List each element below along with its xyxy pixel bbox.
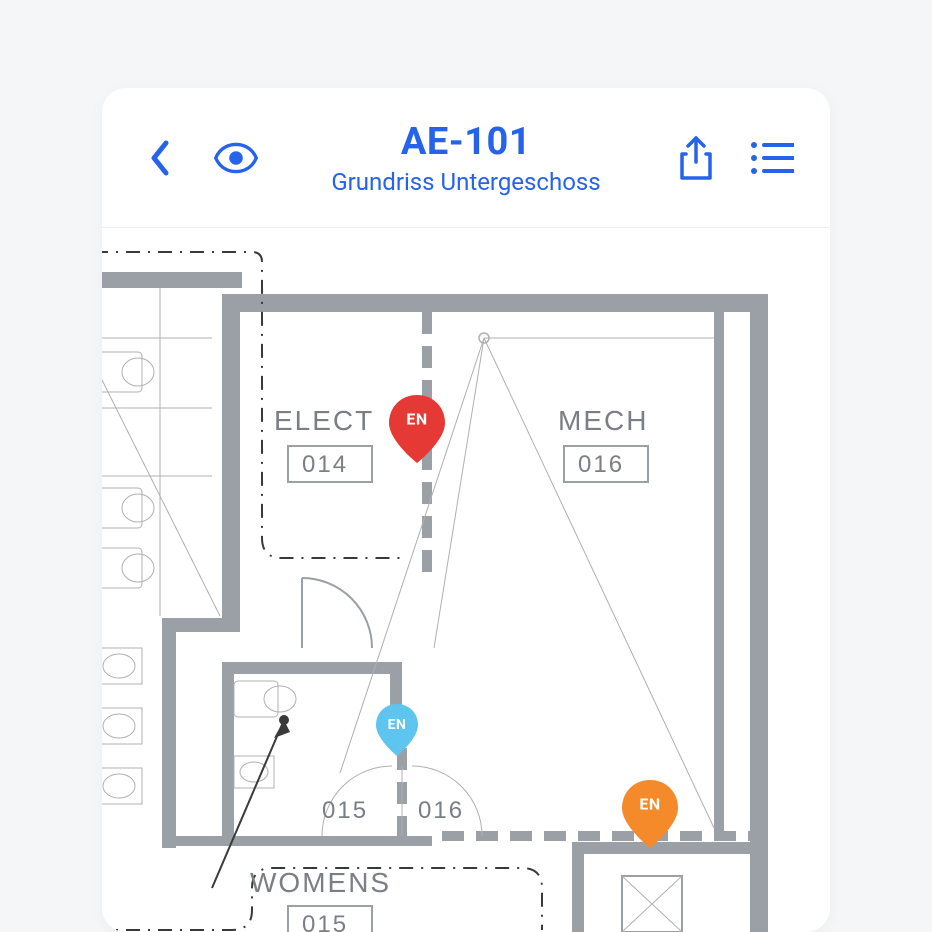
header: AE-101 Grundriss Untergeschoss <box>102 88 830 228</box>
list-button[interactable] <box>750 136 794 180</box>
room-label-mech: MECH <box>558 405 648 436</box>
floorplan-viewer[interactable]: S ELECT 014 MECH 016 WOMENS 015 015 016 <box>102 228 830 932</box>
map-pin-blue[interactable]: EN <box>376 704 418 756</box>
chevron-left-icon <box>148 139 172 177</box>
header-right <box>674 136 794 180</box>
card: AE-101 Grundriss Untergeschoss <box>102 88 830 932</box>
document-subtitle: Grundriss Untergeschoss <box>331 168 600 196</box>
map-pin-red[interactable]: EN <box>389 395 445 463</box>
room-label-elect: ELECT <box>274 405 374 436</box>
list-icon <box>750 141 794 175</box>
door-number-b: 016 <box>418 797 464 824</box>
door-number-a: 015 <box>322 797 368 824</box>
room-number-elect: 014 <box>302 451 348 478</box>
room-number-womens: 015 <box>302 911 348 932</box>
back-button[interactable] <box>138 136 182 180</box>
header-left <box>138 136 258 180</box>
share-button[interactable] <box>674 136 718 180</box>
share-icon <box>678 136 714 180</box>
header-center: AE-101 Grundriss Untergeschoss <box>331 120 600 196</box>
eye-icon <box>214 140 258 176</box>
document-title: AE-101 <box>401 120 531 164</box>
pin-label: EN <box>388 717 407 733</box>
pin-label: EN <box>406 410 427 429</box>
room-number-mech: 016 <box>578 451 624 478</box>
map-pin-orange[interactable]: EN <box>622 780 678 848</box>
room-label-womens: WOMENS <box>250 867 391 898</box>
floorplan-drawing: S ELECT 014 MECH 016 WOMENS 015 015 016 <box>102 228 830 932</box>
pin-label: EN <box>639 795 660 814</box>
visibility-button[interactable] <box>214 136 258 180</box>
